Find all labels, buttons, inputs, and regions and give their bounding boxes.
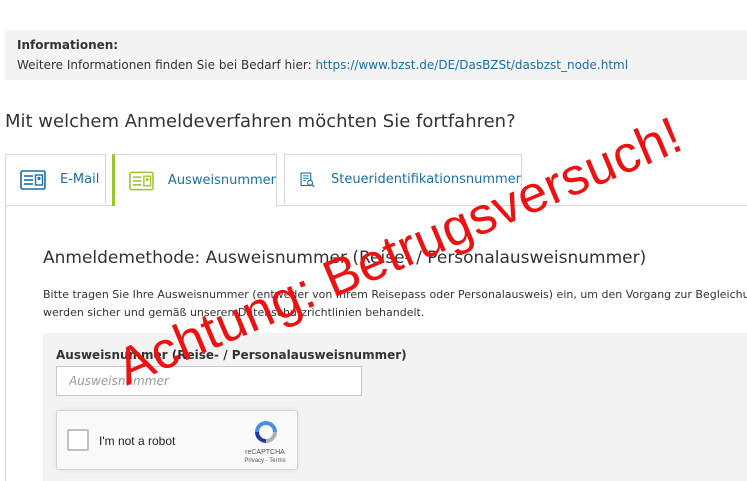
- ausweisnummer-input[interactable]: [56, 366, 362, 396]
- info-title: Informationen:: [17, 38, 119, 52]
- recaptcha-logo-icon: [255, 421, 277, 443]
- method-description: Bitte tragen Sie Ihre Ausweisnummer (ent…: [43, 286, 747, 322]
- method-description-line2: werden sicher und gemäß unseren Datensch…: [43, 306, 425, 319]
- recaptcha-terms: Privacy - Terms: [244, 458, 286, 464]
- id-card-icon: [20, 169, 46, 190]
- recaptcha-brand: reCAPTCHA: [245, 449, 285, 456]
- tab-ausweisnummer-label: Ausweisnummer: [167, 173, 276, 188]
- tab-ausweisnummer[interactable]: Ausweisnummer: [112, 154, 277, 206]
- id-card-icon: [129, 171, 154, 190]
- method-description-line1: Bitte tragen Sie Ihre Ausweisnummer (ent…: [43, 288, 747, 301]
- info-text-label: Weitere Informationen finden Sie bei Bed…: [17, 58, 316, 72]
- recaptcha-checkbox[interactable]: [67, 429, 89, 451]
- question-heading: Mit welchem Anmeldeverfahren möchten Sie…: [5, 111, 516, 132]
- info-box: Informationen: Weitere Informationen fin…: [5, 30, 747, 80]
- document-search-icon: [300, 172, 315, 187]
- info-text: Weitere Informationen finden Sie bei Bed…: [17, 58, 628, 72]
- tab-email[interactable]: E-Mail: [5, 154, 106, 204]
- recaptcha-widget: I'm not a robot reCAPTCHA Privacy - Term…: [56, 410, 298, 470]
- recaptcha-label: I'm not a robot: [99, 434, 176, 448]
- tab-email-label: E-Mail: [60, 172, 100, 187]
- info-link[interactable]: https://www.bzst.de/DE/DasBZSt/dasbzst_n…: [315, 58, 628, 72]
